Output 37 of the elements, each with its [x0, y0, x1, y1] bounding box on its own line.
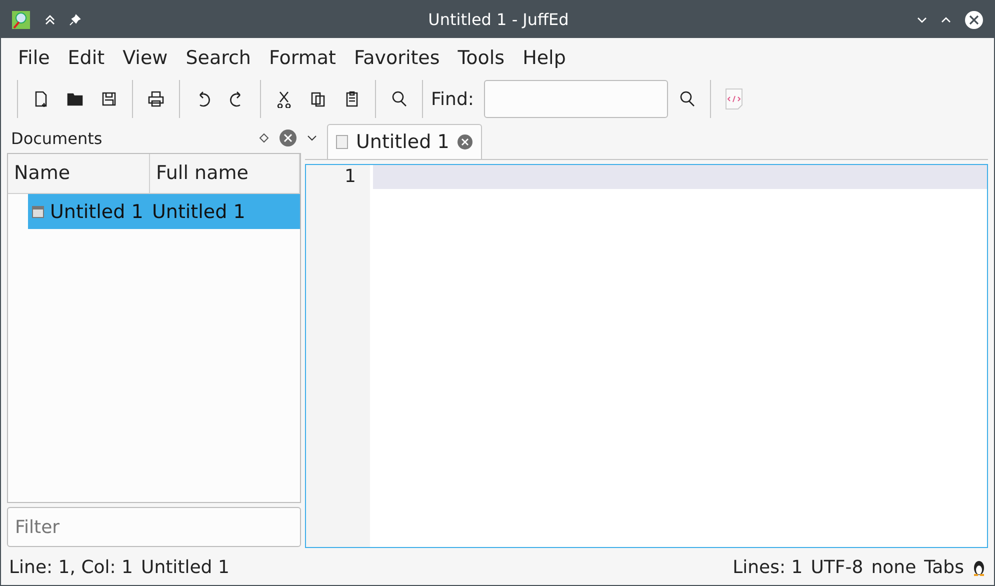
column-header[interactable]: Name	[8, 154, 150, 193]
pin-icon[interactable]	[69, 14, 81, 26]
status-text: Lines: 1	[732, 556, 803, 578]
menu-item[interactable]: Search	[176, 46, 260, 68]
close-icon[interactable]	[457, 134, 474, 150]
menu-item[interactable]: Edit	[58, 46, 114, 68]
panel-title: Documents	[11, 128, 104, 148]
status-text: Line: 1, Col: 1	[9, 556, 134, 578]
text-editor[interactable]: 1	[305, 164, 988, 548]
status-text: Tabs	[924, 556, 964, 578]
document-row[interactable]: Untitled 1 Untitled 1	[28, 194, 300, 229]
app-icon	[11, 10, 31, 30]
column-header[interactable]: Full name	[150, 154, 300, 193]
window-title: Untitled 1 - JuffEd	[427, 10, 570, 29]
penguin-icon	[972, 558, 986, 576]
close-icon[interactable]	[279, 129, 297, 147]
document-icon	[336, 135, 348, 149]
find-field[interactable]	[484, 80, 668, 118]
filter-field[interactable]: Filter	[7, 507, 301, 547]
chevrons-up-icon[interactable]	[43, 12, 57, 26]
document-tab[interactable]: Untitled 1	[327, 124, 482, 159]
find-label: Find:	[431, 88, 474, 110]
status-text: none	[871, 556, 916, 578]
table-cell-text: Untitled 1	[151, 200, 246, 222]
menu-item[interactable]: Favorites	[344, 46, 449, 68]
menu-item[interactable]: Format	[260, 46, 345, 68]
line-number: 1	[344, 165, 356, 189]
document-icon	[32, 206, 44, 218]
status-text: Untitled 1	[141, 556, 230, 578]
float-icon[interactable]	[259, 133, 269, 143]
menu-item[interactable]: File	[9, 46, 59, 68]
menu-item[interactable]: Help	[514, 46, 575, 68]
menu-item[interactable]: Tools	[448, 46, 514, 68]
menu-item[interactable]: View	[114, 46, 177, 68]
table-cell: Untitled 1	[28, 200, 148, 222]
close-icon[interactable]	[964, 10, 984, 30]
status-text: UTF-8	[810, 556, 864, 578]
